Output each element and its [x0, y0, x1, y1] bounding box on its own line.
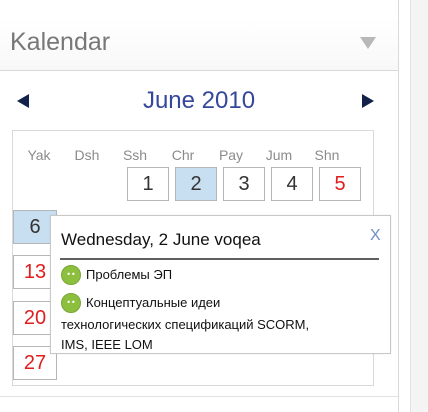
previous-arrow-icon[interactable] — [17, 94, 29, 108]
weekday-label: Chr — [171, 147, 195, 163]
block-header: Kalendar — [0, 18, 398, 71]
event-icon: •• — [61, 265, 81, 285]
event-title: Проблемы ЭП — [86, 267, 173, 282]
weekday-label: Shn — [314, 147, 340, 163]
block-title: Kalendar — [10, 28, 111, 56]
next-arrow-icon[interactable] — [362, 94, 374, 108]
right-column-strip — [410, 0, 428, 412]
event-popup: Wednesday, 2 June voqea X •• Проблемы ЭП… — [50, 215, 391, 354]
day-cell-1[interactable]: 1 — [127, 167, 169, 201]
weekday-label: Pay — [218, 147, 244, 163]
event-title: Концептуальные идеи — [86, 295, 221, 310]
weekday-label: Dsh — [74, 147, 100, 163]
event-icon: •• — [61, 293, 81, 313]
day-cell-4[interactable]: 4 — [271, 167, 313, 201]
day-cell-2[interactable]: 2 — [175, 167, 217, 201]
day-cell-5[interactable]: 5 — [319, 167, 361, 201]
collapse-triangle-icon[interactable] — [360, 37, 376, 49]
close-icon[interactable]: X — [370, 228, 381, 244]
month-navigation: June 2010 — [0, 86, 398, 116]
event-title-continuation: технологических спецификаций SCORM, — [61, 317, 310, 332]
month-title: June 2010 — [142, 87, 256, 114]
block-bottom-divider — [0, 396, 398, 397]
weekday-label: Yak — [27, 147, 51, 163]
calendar-block: Kalendar June 2010 Yak Dsh Ssh Chr Pay J… — [0, 0, 399, 412]
popup-title: Wednesday, 2 June voqea — [61, 230, 261, 249]
weekday-label: Ssh — [122, 147, 148, 163]
event-title-continuation: IMS, IEEE LOM — [61, 337, 153, 352]
popup-divider — [60, 258, 379, 260]
day-cell-3[interactable]: 3 — [223, 167, 265, 201]
weekday-label: Jum — [265, 147, 293, 163]
